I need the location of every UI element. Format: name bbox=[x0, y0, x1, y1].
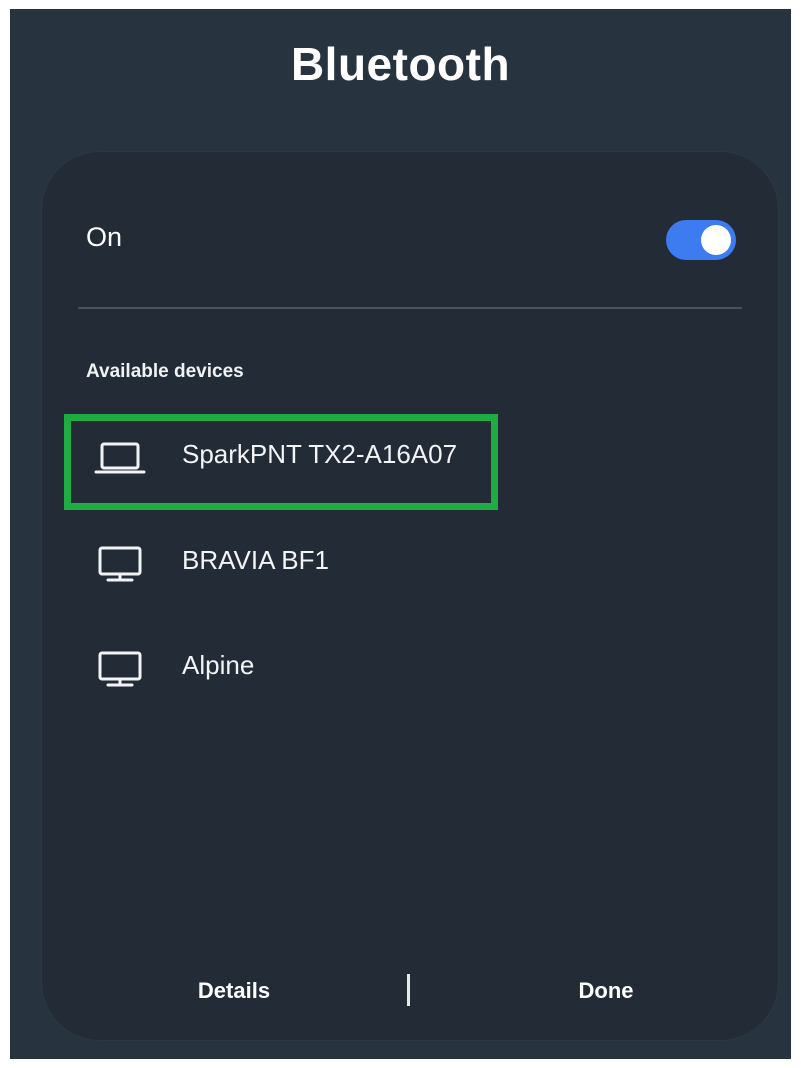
device-name: SparkPNT TX2-A16A07 bbox=[182, 439, 458, 469]
device-name: BRAVIA BF1 bbox=[182, 545, 329, 575]
details-button[interactable]: Details bbox=[164, 978, 304, 1004]
laptop-icon bbox=[94, 442, 146, 474]
done-button[interactable]: Done bbox=[536, 978, 676, 1004]
bluetooth-screen: Bluetooth On Available devices SparkPNT … bbox=[10, 9, 791, 1059]
device-item-sparkpnt[interactable]: SparkPNT TX2-A16A07 bbox=[90, 425, 510, 485]
available-devices-heading: Available devices bbox=[86, 361, 244, 382]
bluetooth-toggle-row[interactable]: On bbox=[86, 214, 736, 266]
dialog-footer: Details Done bbox=[42, 974, 778, 1014]
toggle-label: On bbox=[86, 222, 123, 252]
device-item-alpine[interactable]: Alpine bbox=[90, 636, 510, 696]
device-name: Alpine bbox=[182, 650, 255, 680]
bluetooth-card: On Available devices SparkPNT TX2-A16A07… bbox=[42, 152, 778, 1040]
monitor-icon bbox=[98, 546, 142, 582]
toggle-knob bbox=[701, 225, 731, 255]
footer-divider bbox=[407, 974, 410, 1006]
bluetooth-toggle[interactable] bbox=[666, 220, 736, 260]
page-title: Bluetooth bbox=[290, 38, 511, 90]
divider bbox=[78, 307, 742, 309]
device-item-bravia[interactable]: BRAVIA BF1 bbox=[90, 531, 510, 591]
monitor-icon bbox=[98, 651, 142, 687]
